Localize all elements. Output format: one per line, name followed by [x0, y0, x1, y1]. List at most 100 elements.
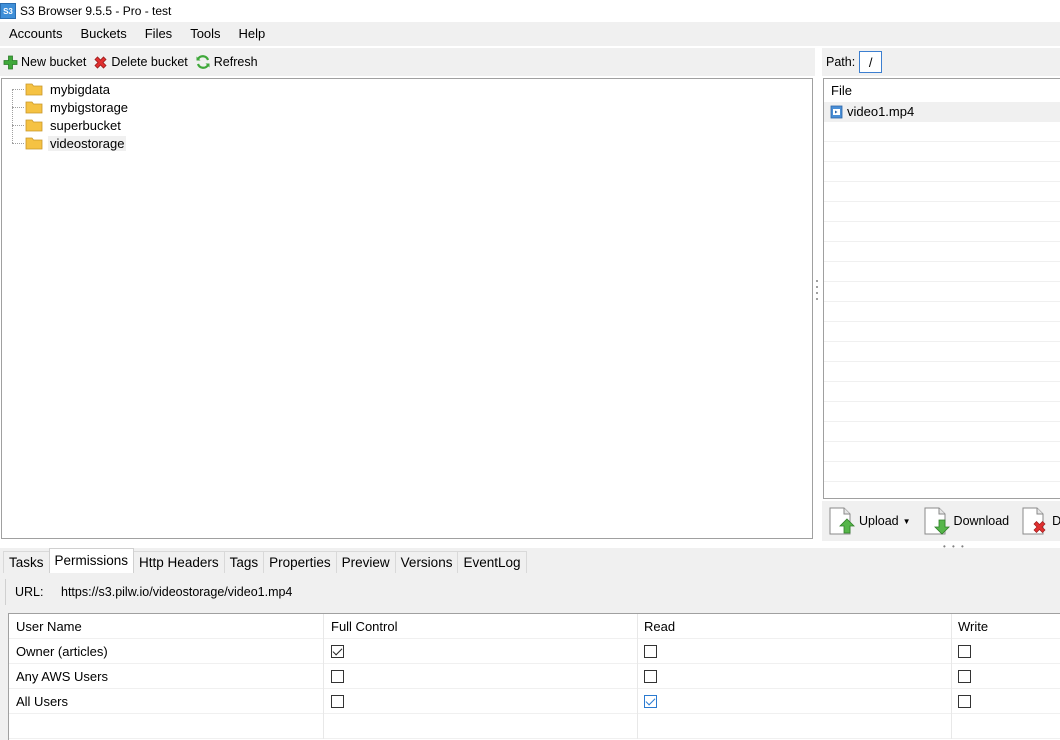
- folder-icon: [25, 119, 43, 132]
- file-row-empty: [824, 162, 1060, 182]
- menu-tools[interactable]: Tools: [181, 22, 229, 46]
- menu-buckets[interactable]: Buckets: [71, 22, 135, 46]
- write-checkbox[interactable]: [958, 694, 971, 708]
- folder-icon: [25, 83, 43, 96]
- tree-guide: [12, 142, 24, 144]
- read-checkbox[interactable]: [644, 644, 657, 658]
- empty-cell: [952, 714, 1060, 739]
- write-cell: [952, 689, 1060, 714]
- url-label: URL:: [15, 585, 44, 599]
- menu-help[interactable]: Help: [230, 22, 275, 46]
- file-list[interactable]: File video1.mp4: [823, 78, 1060, 499]
- new-bucket-button[interactable]: New bucket: [3, 55, 86, 70]
- path-input[interactable]: /: [859, 51, 883, 73]
- dropdown-caret-icon[interactable]: ▼: [903, 517, 911, 526]
- bucket-label: videostorage: [48, 135, 127, 151]
- file-row-empty: [824, 422, 1060, 442]
- tab-tasks[interactable]: Tasks: [3, 551, 50, 573]
- full-control-checkbox[interactable]: [331, 694, 344, 708]
- url-row: URL: https://s3.pilw.io/videostorage/vid…: [5, 579, 1060, 605]
- app-icon: S3: [0, 3, 16, 19]
- menu-bar: Accounts Buckets Files Tools Help: [0, 22, 1060, 46]
- bucket-label: superbucket: [50, 117, 121, 133]
- delete-file-icon: [1022, 507, 1046, 535]
- file-row-video1[interactable]: video1.mp4: [824, 102, 1060, 122]
- column-header-write[interactable]: Write: [952, 614, 1060, 639]
- full-control-cell: [324, 664, 638, 689]
- file-actions-toolbar: Upload ▼ Download De: [822, 501, 1060, 541]
- path-label: Path:: [826, 55, 856, 69]
- tree-guide: [12, 106, 24, 108]
- file-name: video1.mp4: [847, 104, 915, 119]
- full-control-checkbox[interactable]: [331, 644, 344, 658]
- detail-tabs: Tasks Permissions Http Headers Tags Prop…: [0, 548, 1060, 573]
- tab-http-headers[interactable]: Http Headers: [133, 551, 225, 573]
- file-row-empty: [824, 262, 1060, 282]
- delete-x-icon: [94, 55, 107, 69]
- write-cell: [952, 639, 1060, 664]
- file-row-empty: [824, 362, 1060, 382]
- folder-icon: [25, 101, 43, 114]
- file-row-empty: [824, 342, 1060, 362]
- write-checkbox[interactable]: [958, 644, 971, 658]
- read-cell: [638, 639, 952, 664]
- full-control-checkbox[interactable]: [331, 669, 344, 683]
- table-row-empty: [9, 714, 1060, 739]
- menu-files[interactable]: Files: [136, 22, 181, 46]
- file-row-empty: [824, 382, 1060, 402]
- title-bar: S3 S3 Browser 9.5.5 - Pro - test: [0, 0, 1060, 22]
- table-row: All Users: [9, 689, 1060, 714]
- upload-button[interactable]: Upload ▼: [828, 506, 911, 536]
- write-checkbox[interactable]: [958, 669, 971, 683]
- file-row-empty: [824, 402, 1060, 422]
- delete-file-button[interactable]: De: [1021, 506, 1060, 536]
- menu-accounts[interactable]: Accounts: [0, 22, 71, 46]
- tab-permissions[interactable]: Permissions: [48, 548, 135, 573]
- user-name-cell: All Users: [9, 689, 324, 714]
- window-title: S3 Browser 9.5.5 - Pro - test: [20, 4, 172, 18]
- bucket-label: mybigstorage: [50, 99, 129, 115]
- file-row-empty: [824, 282, 1060, 302]
- refresh-button[interactable]: Refresh: [195, 54, 258, 70]
- url-value[interactable]: https://s3.pilw.io/videostorage/video1.m…: [61, 585, 292, 599]
- video-file-icon: [830, 105, 843, 118]
- read-cell: [638, 689, 952, 714]
- vertical-splitter-handle[interactable]: [816, 280, 819, 306]
- table-row: Any AWS Users: [9, 664, 1060, 689]
- tab-preview[interactable]: Preview: [335, 551, 396, 573]
- column-header-user-name[interactable]: User Name: [9, 614, 324, 639]
- read-checkbox[interactable]: [644, 669, 657, 683]
- bucket-item-videostorage[interactable]: videostorage: [12, 134, 127, 152]
- tab-versions[interactable]: Versions: [394, 551, 459, 573]
- table-row: Owner (articles): [9, 639, 1060, 664]
- download-label: Download: [953, 514, 1010, 528]
- tab-eventlog[interactable]: EventLog: [457, 551, 527, 573]
- file-row-empty: [824, 322, 1060, 342]
- bucket-item-superbucket[interactable]: superbucket: [12, 116, 123, 134]
- tab-tags[interactable]: Tags: [223, 551, 265, 573]
- tab-properties[interactable]: Properties: [263, 551, 337, 573]
- column-header-read[interactable]: Read: [638, 614, 952, 639]
- column-header-full-control[interactable]: Full Control: [324, 614, 638, 639]
- bucket-tree[interactable]: mybigdata mybigstorage superbucket video…: [1, 78, 813, 539]
- table-header-row: User Name Full Control Read Write: [9, 614, 1060, 639]
- permissions-table: User Name Full Control Read Write Owner …: [8, 613, 1060, 740]
- path-bar: Path: /: [822, 48, 1060, 76]
- full-control-cell: [324, 689, 638, 714]
- tree-guide: [12, 88, 24, 90]
- plus-icon: [3, 55, 18, 69]
- file-column-header[interactable]: File: [824, 79, 1060, 102]
- read-checkbox[interactable]: [644, 694, 657, 708]
- tree-guide: [12, 124, 24, 126]
- upload-icon: [829, 507, 855, 535]
- download-button[interactable]: Download: [923, 506, 1010, 536]
- bucket-item-mybigstorage[interactable]: mybigstorage: [12, 98, 130, 116]
- download-icon: [924, 507, 950, 535]
- bucket-toolbar: New bucket Delete bucket Refresh: [0, 48, 815, 76]
- delete-bucket-button[interactable]: Delete bucket: [93, 55, 188, 70]
- refresh-label: Refresh: [213, 55, 258, 69]
- new-bucket-label: New bucket: [21, 55, 87, 69]
- user-name-cell: Any AWS Users: [9, 664, 324, 689]
- write-cell: [952, 664, 1060, 689]
- bucket-item-mybigdata[interactable]: mybigdata: [12, 80, 112, 98]
